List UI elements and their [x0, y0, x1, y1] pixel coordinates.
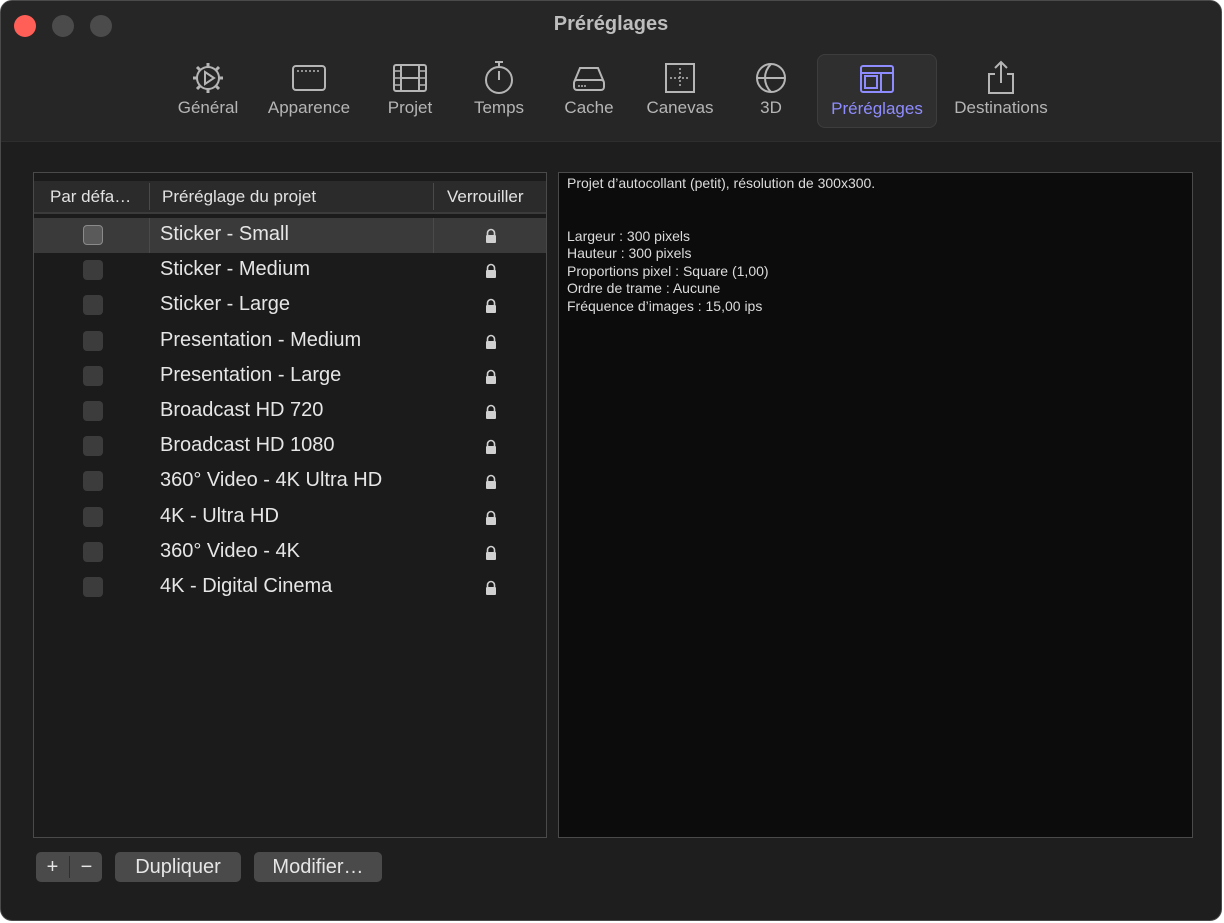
lock-icon[interactable]: [483, 580, 499, 596]
table-header: Par défa… Préréglage du projet Verrouill…: [34, 181, 546, 214]
detail-line: Proportions pixel : Square (1,00): [567, 262, 769, 279]
tab-canvas-label: Canevas: [646, 98, 714, 117]
column-header-preset[interactable]: Préréglage du projet: [162, 187, 316, 207]
detail-line: Fréquence d’images : 15,00 ips: [567, 297, 763, 314]
preset-description: Projet d’autocollant (petit), résolution…: [567, 175, 876, 191]
table-row[interactable]: 4K - Ultra HD: [34, 500, 546, 535]
lock-icon[interactable]: [483, 510, 499, 526]
default-checkbox[interactable]: [83, 506, 103, 527]
lock-icon[interactable]: [483, 334, 499, 350]
default-checkbox[interactable]: [83, 401, 103, 421]
add-preset-button[interactable]: +: [36, 852, 69, 882]
column-divider: [433, 218, 434, 253]
preset-name: Presentation - Large: [160, 363, 342, 386]
column-header-default[interactable]: Par défa…: [50, 187, 131, 207]
modify-button[interactable]: Modifier…: [254, 852, 382, 882]
tab-time[interactable]: Temps: [463, 54, 535, 128]
column-header-lock[interactable]: Verrouiller: [447, 187, 524, 207]
default-checkbox[interactable]: [83, 295, 103, 316]
preset-details-panel: Projet d’autocollant (petit), résolution…: [558, 172, 1193, 838]
preset-name: Sticker - Small: [160, 223, 289, 245]
preset-name: 360° Video - 4K Ultra HD: [160, 469, 383, 492]
tab-cache[interactable]: Cache: [555, 54, 623, 128]
tab-general[interactable]: Général: [169, 54, 247, 128]
detail-line: Largeur : 300 pixels: [567, 227, 690, 244]
table-row[interactable]: Sticker - Large: [34, 288, 546, 323]
column-divider: [149, 183, 150, 210]
default-checkbox[interactable]: [83, 436, 103, 457]
preset-name: 360° Video - 4K: [160, 539, 300, 562]
default-checkbox[interactable]: [83, 225, 103, 245]
default-checkbox[interactable]: [83, 330, 103, 351]
share-icon: [988, 60, 1014, 94]
table-row[interactable]: Sticker - Small: [34, 218, 546, 253]
lock-icon[interactable]: [483, 263, 499, 279]
stopwatch-icon: [485, 61, 513, 94]
remove-preset-button[interactable]: −: [70, 852, 103, 882]
preset-name: Broadcast HD 720: [160, 399, 324, 421]
lock-icon[interactable]: [483, 545, 499, 561]
default-checkbox[interactable]: [83, 577, 103, 597]
presets-table[interactable]: Par défa… Préréglage du projet Verrouill…: [33, 172, 547, 838]
tab-destinations-label: Destinations: [954, 98, 1048, 117]
duplicate-button[interactable]: Dupliquer: [115, 852, 241, 882]
table-row[interactable]: Broadcast HD 1080: [34, 429, 546, 464]
tab-appearance[interactable]: Apparence: [259, 54, 359, 128]
default-checkbox[interactable]: [83, 365, 103, 386]
table-row[interactable]: Sticker - Medium: [34, 253, 546, 288]
presets-icon: [860, 65, 894, 93]
table-row[interactable]: 4K - Digital Cinema: [34, 570, 546, 605]
tab-presets-label: Préréglages: [831, 99, 923, 118]
lock-icon[interactable]: [483, 369, 499, 385]
table-row[interactable]: Presentation - Large: [34, 359, 546, 394]
lock-icon[interactable]: [483, 228, 499, 244]
detail-line: Hauteur : 300 pixels: [567, 245, 692, 262]
tab-destinations[interactable]: Destinations: [945, 54, 1057, 128]
tab-appearance-label: Apparence: [267, 98, 351, 117]
default-checkbox[interactable]: [83, 260, 103, 281]
default-checkbox[interactable]: [83, 541, 103, 562]
add-remove-control: + −: [36, 852, 102, 882]
detail-line: Ordre de trame : Aucune: [567, 280, 721, 297]
preferences-window: Préréglages Général Apparence Projet Tem…: [0, 0, 1222, 921]
column-divider: [149, 218, 150, 253]
lock-icon[interactable]: [483, 298, 499, 314]
preset-name: Sticker - Large: [160, 293, 291, 316]
table-row[interactable]: 360° Video - 4K Ultra HD: [34, 464, 546, 499]
canvas-icon: [665, 63, 695, 93]
table-row[interactable]: Broadcast HD 720: [34, 394, 546, 429]
tab-general-label: Général: [177, 98, 239, 117]
preset-name: 4K - Digital Cinema: [160, 575, 333, 597]
preset-name: 4K - Ultra HD: [160, 504, 279, 527]
drive-icon: [573, 67, 605, 91]
tab-project[interactable]: Projet: [377, 54, 443, 128]
tab-time-label: Temps: [473, 98, 525, 117]
lock-icon[interactable]: [483, 404, 499, 420]
tab-3d-label: 3D: [760, 98, 782, 117]
table-row[interactable]: 360° Video - 4K: [34, 535, 546, 570]
gear-play-icon: [193, 63, 223, 93]
tab-project-label: Projet: [387, 98, 433, 117]
column-divider: [433, 183, 434, 210]
title-bar: Préréglages Général Apparence Projet Tem…: [1, 1, 1221, 142]
tab-canvas[interactable]: Canevas: [637, 54, 723, 128]
preset-name: Sticker - Medium: [160, 258, 311, 281]
lock-icon[interactable]: [483, 474, 499, 490]
table-row[interactable]: Presentation - Medium: [34, 324, 546, 359]
default-checkbox[interactable]: [83, 471, 103, 492]
tab-presets[interactable]: Préréglages: [817, 54, 937, 128]
window-icon: [292, 65, 326, 91]
tab-3d[interactable]: 3D: [741, 54, 801, 128]
lock-icon[interactable]: [483, 439, 499, 455]
globe-icon: [756, 63, 786, 93]
tab-cache-label: Cache: [564, 98, 614, 117]
preset-name: Broadcast HD 1080: [160, 434, 335, 457]
window-title: Préréglages: [553, 13, 669, 35]
film-icon: [393, 64, 427, 92]
preset-name: Presentation - Medium: [160, 328, 362, 351]
